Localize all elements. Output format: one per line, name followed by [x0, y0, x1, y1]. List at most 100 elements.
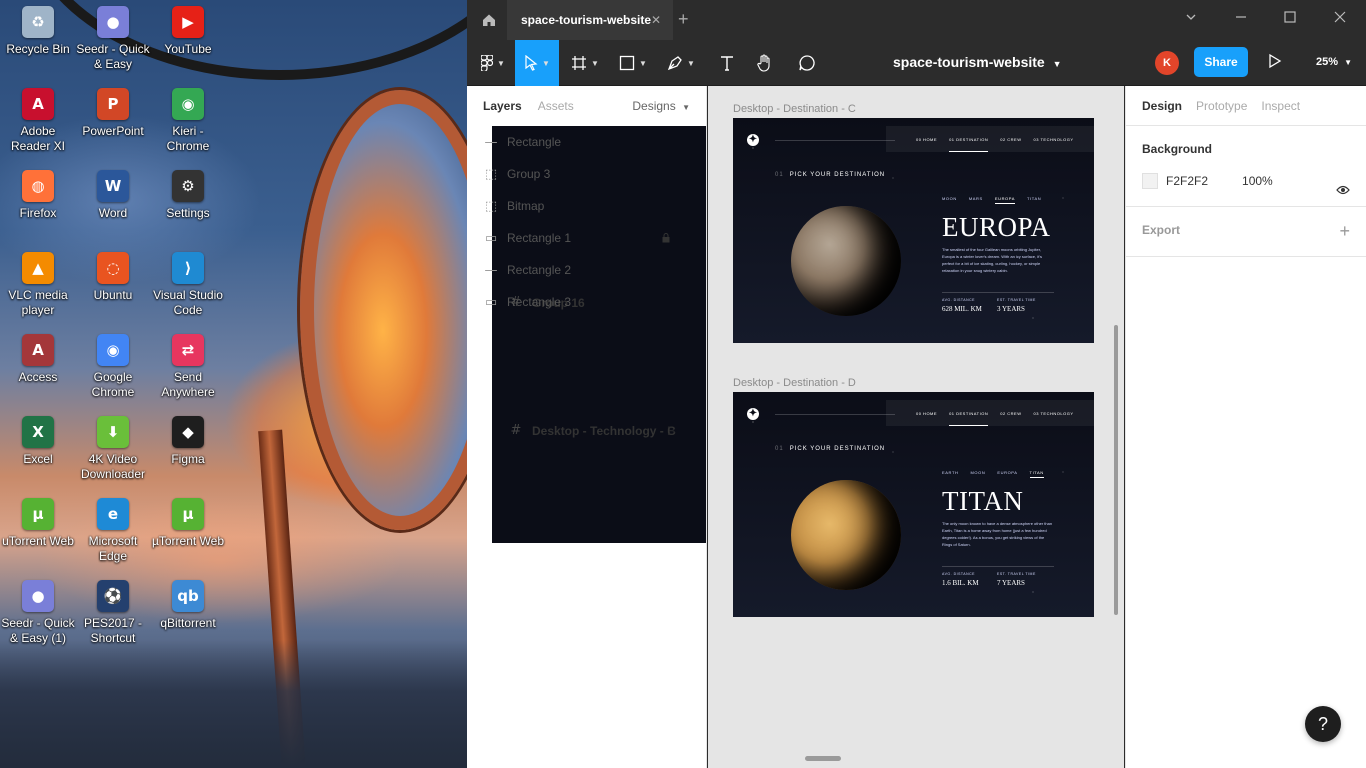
- new-tab-button[interactable]: +: [678, 9, 689, 30]
- desktop-shortcut[interactable]: ♻ Recycle Bin: [0, 6, 76, 57]
- layer-row[interactable]: — Rectangle 2: [467, 254, 706, 286]
- file-title-button[interactable]: space-tourism-website ▼: [893, 54, 1062, 70]
- figma-logo-icon: [481, 55, 494, 71]
- main-menu-button[interactable]: ▼: [471, 40, 515, 86]
- desktop-shortcut[interactable]: qb qBittorrent: [150, 580, 226, 631]
- help-button[interactable]: ?: [1305, 706, 1341, 742]
- desktop-shortcut[interactable]: ▲ VLC media player: [0, 252, 76, 318]
- layer-row[interactable]: ⬚ Group 3: [467, 158, 706, 190]
- desktop-shortcut[interactable]: ⬇ 4K Video Downloader: [75, 416, 151, 482]
- desktop-shortcut[interactable]: X Excel: [0, 416, 76, 467]
- layer-row[interactable]: ▭ Rectangle 1: [467, 222, 706, 254]
- desktop-shortcut[interactable]: ⚽ PES2017 - Shortcut: [75, 580, 151, 646]
- layer-row[interactable]: — Rectangle: [467, 126, 706, 158]
- canvas-vertical-scrollbar[interactable]: [1114, 325, 1118, 615]
- tab-assets[interactable]: Assets: [538, 99, 574, 113]
- desktop-shortcut[interactable]: ⇄ Send Anywhere: [150, 334, 226, 400]
- lock-icon[interactable]: [662, 232, 670, 246]
- desktop-shortcut[interactable]: ◉ Kieri - Chrome: [150, 88, 226, 154]
- layer-row[interactable]: ▭ Rectangle 3: [467, 286, 706, 318]
- desktop-shortcut-label: Seedr - Quick & Easy: [76, 42, 150, 71]
- zoom-menu[interactable]: 25% ▼: [1316, 56, 1352, 68]
- desktop-shortcut[interactable]: ⚙ Settings: [150, 170, 226, 221]
- background-hex[interactable]: F2F2F2: [1166, 174, 1208, 188]
- cursor-icon: [525, 55, 538, 71]
- travel-value: 3 YEARS: [997, 305, 1025, 313]
- layer-row[interactable]: # Desktop - Technology - C: [492, 318, 706, 543]
- desktop-shortcut-label: Seedr - Quick & Easy (1): [1, 616, 75, 645]
- edge-icon: e: [97, 498, 129, 530]
- present-button[interactable]: [1268, 53, 1282, 74]
- desktop-shortcut[interactable]: ◉ Google Chrome: [75, 334, 151, 400]
- desktop-shortcut[interactable]: ● Seedr - Quick & Easy: [75, 6, 151, 72]
- desktop-shortcut-label: VLC media player: [8, 288, 68, 317]
- comment-tool[interactable]: [785, 40, 829, 86]
- frame-label-destination-c[interactable]: Desktop - Destination - C: [733, 103, 856, 115]
- excel-icon: X: [22, 416, 54, 448]
- wallpaper-mirror: [300, 90, 467, 530]
- canvas[interactable]: Desktop - Destination - C ✦ 00 HOME 01 DES…: [708, 86, 1124, 768]
- background-fill-row[interactable]: F2F2F2 100%: [1142, 172, 1350, 190]
- layer-row[interactable]: ⬚ Bitmap: [467, 190, 706, 222]
- desktop-shortcut[interactable]: ● Seedr - Quick & Easy (1): [0, 580, 76, 646]
- desktop-shortcut[interactable]: µ uTorrent Web: [0, 498, 76, 549]
- hand-tool[interactable]: [743, 40, 787, 86]
- tab-inspect[interactable]: Inspect: [1261, 99, 1300, 113]
- minimize-button[interactable]: [1235, 10, 1247, 27]
- tab-design[interactable]: Design: [1142, 99, 1182, 113]
- desktop-shortcut[interactable]: A Adobe Reader XI: [0, 88, 76, 154]
- home-button[interactable]: [475, 6, 503, 34]
- file-title: space-tourism-website: [893, 54, 1045, 70]
- close-window-button[interactable]: [1334, 10, 1346, 27]
- visibility-toggle[interactable]: [1336, 182, 1350, 200]
- desktop-shortcut[interactable]: ◌ Ubuntu: [75, 252, 151, 303]
- desktop-shortcut[interactable]: ⟩ Visual Studio Code: [150, 252, 226, 318]
- desktop-shortcut[interactable]: P PowerPoint: [75, 88, 151, 139]
- destination-tabs: EARTH MOON EUROPA TITAN: [942, 470, 1045, 478]
- nav-item: 00 HOME: [916, 410, 938, 416]
- figma-window: space-tourism-website ✕ + ▼ ▼ ▼ ▼ ▼ spac…: [467, 0, 1366, 768]
- tab-layers[interactable]: Layers: [483, 99, 522, 113]
- desktop-shortcut[interactable]: µ µTorrent Web: [150, 498, 226, 549]
- maximize-button[interactable]: [1284, 10, 1296, 27]
- frame-destination-c[interactable]: ✦ 00 HOME 01 DESTINATION 02 CREW 03 TECHNOLO…: [733, 118, 1094, 343]
- share-button[interactable]: Share: [1194, 47, 1248, 77]
- planet-name: TITAN: [942, 486, 1024, 516]
- desktop-shortcut[interactable]: A Access: [0, 334, 76, 385]
- close-icon: [1334, 11, 1346, 23]
- frame-label-destination-d[interactable]: Desktop - Destination - D: [733, 377, 856, 389]
- chevron-down-icon: ▼: [1052, 59, 1062, 69]
- chevron-down-icon[interactable]: [1185, 10, 1197, 27]
- desktop-shortcut[interactable]: ◆ Figma: [150, 416, 226, 467]
- file-tab[interactable]: space-tourism-website ✕: [507, 0, 673, 40]
- close-tab-icon[interactable]: ✕: [651, 13, 661, 27]
- desktop-shortcut-label: Adobe Reader XI: [10, 124, 66, 153]
- distance-stat: AVG. DISTANCE 1.6 BIL. KM: [942, 572, 979, 587]
- destination-tab: MARS: [968, 196, 983, 201]
- eye-icon: [1336, 185, 1350, 195]
- background-swatch[interactable]: [1142, 173, 1158, 189]
- desktop-shortcut[interactable]: ▶ YouTube: [150, 6, 226, 57]
- pages-dropdown[interactable]: Designs ▼: [632, 99, 690, 113]
- pen-tool[interactable]: ▼: [659, 40, 703, 86]
- shape-tool[interactable]: ▼: [611, 40, 655, 86]
- desktop-shortcut[interactable]: e Microsoft Edge: [75, 498, 151, 564]
- destination-tab: EUROPA: [997, 470, 1018, 475]
- background-opacity[interactable]: 100%: [1242, 174, 1273, 188]
- nav-divider-line: [775, 414, 895, 415]
- layer-name: Group 3: [507, 167, 551, 181]
- tab-prototype[interactable]: Prototype: [1196, 99, 1247, 113]
- distance-value: 628 MIL. KM: [942, 305, 982, 313]
- site-nav: 00 HOME 01 DESTINATION 02 CREW 03 TECHNOLOG…: [886, 400, 1094, 426]
- move-tool[interactable]: ▼: [515, 40, 559, 86]
- properties-panel: Design Prototype Inspect Background F2F2…: [1125, 86, 1366, 768]
- desktop-shortcut[interactable]: W Word: [75, 170, 151, 221]
- frame-tool[interactable]: ▼: [563, 40, 607, 86]
- zoom-level: 25%: [1316, 56, 1339, 68]
- desktop-shortcut[interactable]: ◍ Firefox: [0, 170, 76, 221]
- frame-destination-d[interactable]: ✦ 00 HOME 01 DESTINATION 02 CREW 03 TECHNOLO…: [733, 392, 1094, 617]
- add-export-icon[interactable]: +: [1339, 221, 1350, 242]
- file-tab-title: space-tourism-website: [521, 13, 652, 27]
- avatar[interactable]: K: [1155, 51, 1179, 75]
- canvas-horizontal-scrollbar[interactable]: [805, 756, 841, 761]
